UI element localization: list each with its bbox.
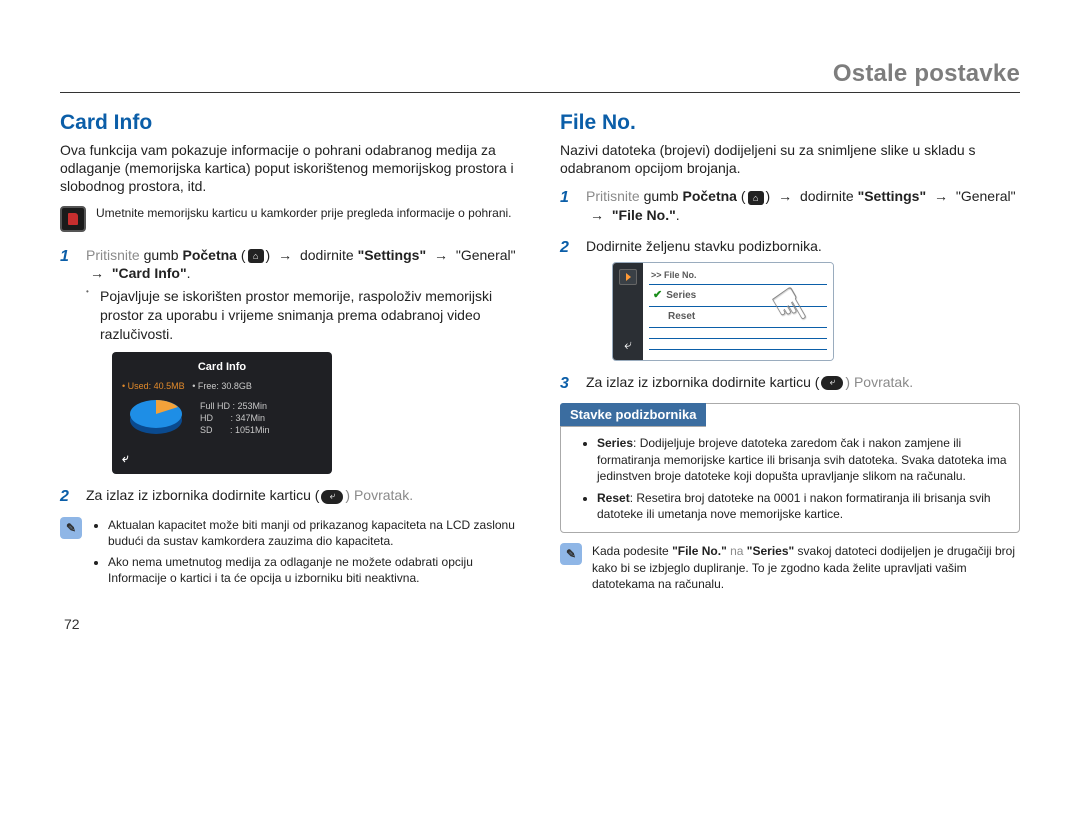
note-left-item-1: Aktualan kapacitet može biti manji od pr… — [108, 517, 520, 549]
fn-header: >> File No. — [649, 267, 827, 284]
check-icon: ✔ — [653, 288, 662, 303]
left-step-2: Za izlaz iz izbornika dodirnite karticu … — [60, 486, 520, 505]
note-left-item-2: Ako nema umetnutog medija za odlaganje n… — [108, 554, 520, 586]
left-step-1: Pritisnite gumb Početna (⌂) → dodirnite … — [60, 246, 520, 475]
insert-card-note: Umetnite memorijsku karticu u kamkorder … — [60, 206, 520, 232]
insert-card-text: Umetnite memorijsku karticu u kamkorder … — [96, 206, 512, 222]
file-no-screenshot: ⤶ >> File No. ✔ Series Reset — [612, 262, 834, 360]
section-title-file-no: File No. — [560, 111, 1020, 135]
ci-shot-title: Card Info — [122, 360, 322, 375]
left-step-1-bullet: Pojavljuje se iskorišten prostor memorij… — [86, 287, 520, 344]
return-icon: ⤶ — [821, 376, 843, 390]
card-info-screenshot: Card Info • Used: 40.5MB • Free: 30.8GB — [112, 352, 332, 474]
play-icon — [619, 269, 637, 285]
panel-item-series: Series: Dodijeljuje brojeve datoteka zar… — [597, 435, 1009, 484]
section-title-card-info: Card Info — [60, 111, 520, 135]
return-icon: ⤶ — [321, 490, 343, 504]
panel-item-reset: Reset: Resetira broj datoteke na 0001 i … — [597, 490, 1009, 522]
right-step-2: Dodirnite željenu stavku podizbornika. ⤶… — [560, 237, 1020, 360]
divider — [60, 92, 1020, 93]
intro-file-no: Nazivi datoteka (brojevi) dodijeljeni su… — [560, 141, 1020, 177]
note-icon: ✎ — [560, 543, 582, 565]
note-right: ✎ Kada podesite "File No." na "Series" s… — [560, 543, 1020, 592]
pie-icon — [122, 392, 190, 444]
intro-card-info: Ova funkcija vam pokazuje informacije o … — [60, 141, 520, 196]
return-icon: ⤶ — [624, 335, 632, 354]
chapter-title: Ostale postavke — [60, 60, 1020, 88]
right-step-1: Pritisnite gumb Početna (⌂) → dodirnite … — [560, 187, 1020, 225]
right-step-3: Za izlaz iz izbornika dodirnite karticu … — [560, 373, 1020, 392]
submenu-panel: Stavke podizbornika Series: Dodijeljuje … — [560, 403, 1020, 533]
home-icon: ⌂ — [248, 249, 264, 263]
note-left: ✎ Aktualan kapacitet može biti manji od … — [60, 517, 520, 590]
ci-back-icon: ⤶ — [122, 450, 322, 466]
sd-card-icon — [60, 206, 86, 232]
page-number: 72 — [60, 616, 80, 632]
submenu-panel-header: Stavke podizbornika — [560, 403, 706, 427]
ci-stats: Full HD : 253Min HD : 347Min SD : 1051Mi… — [200, 400, 270, 436]
note-icon: ✎ — [60, 517, 82, 539]
home-icon: ⌂ — [748, 191, 764, 205]
